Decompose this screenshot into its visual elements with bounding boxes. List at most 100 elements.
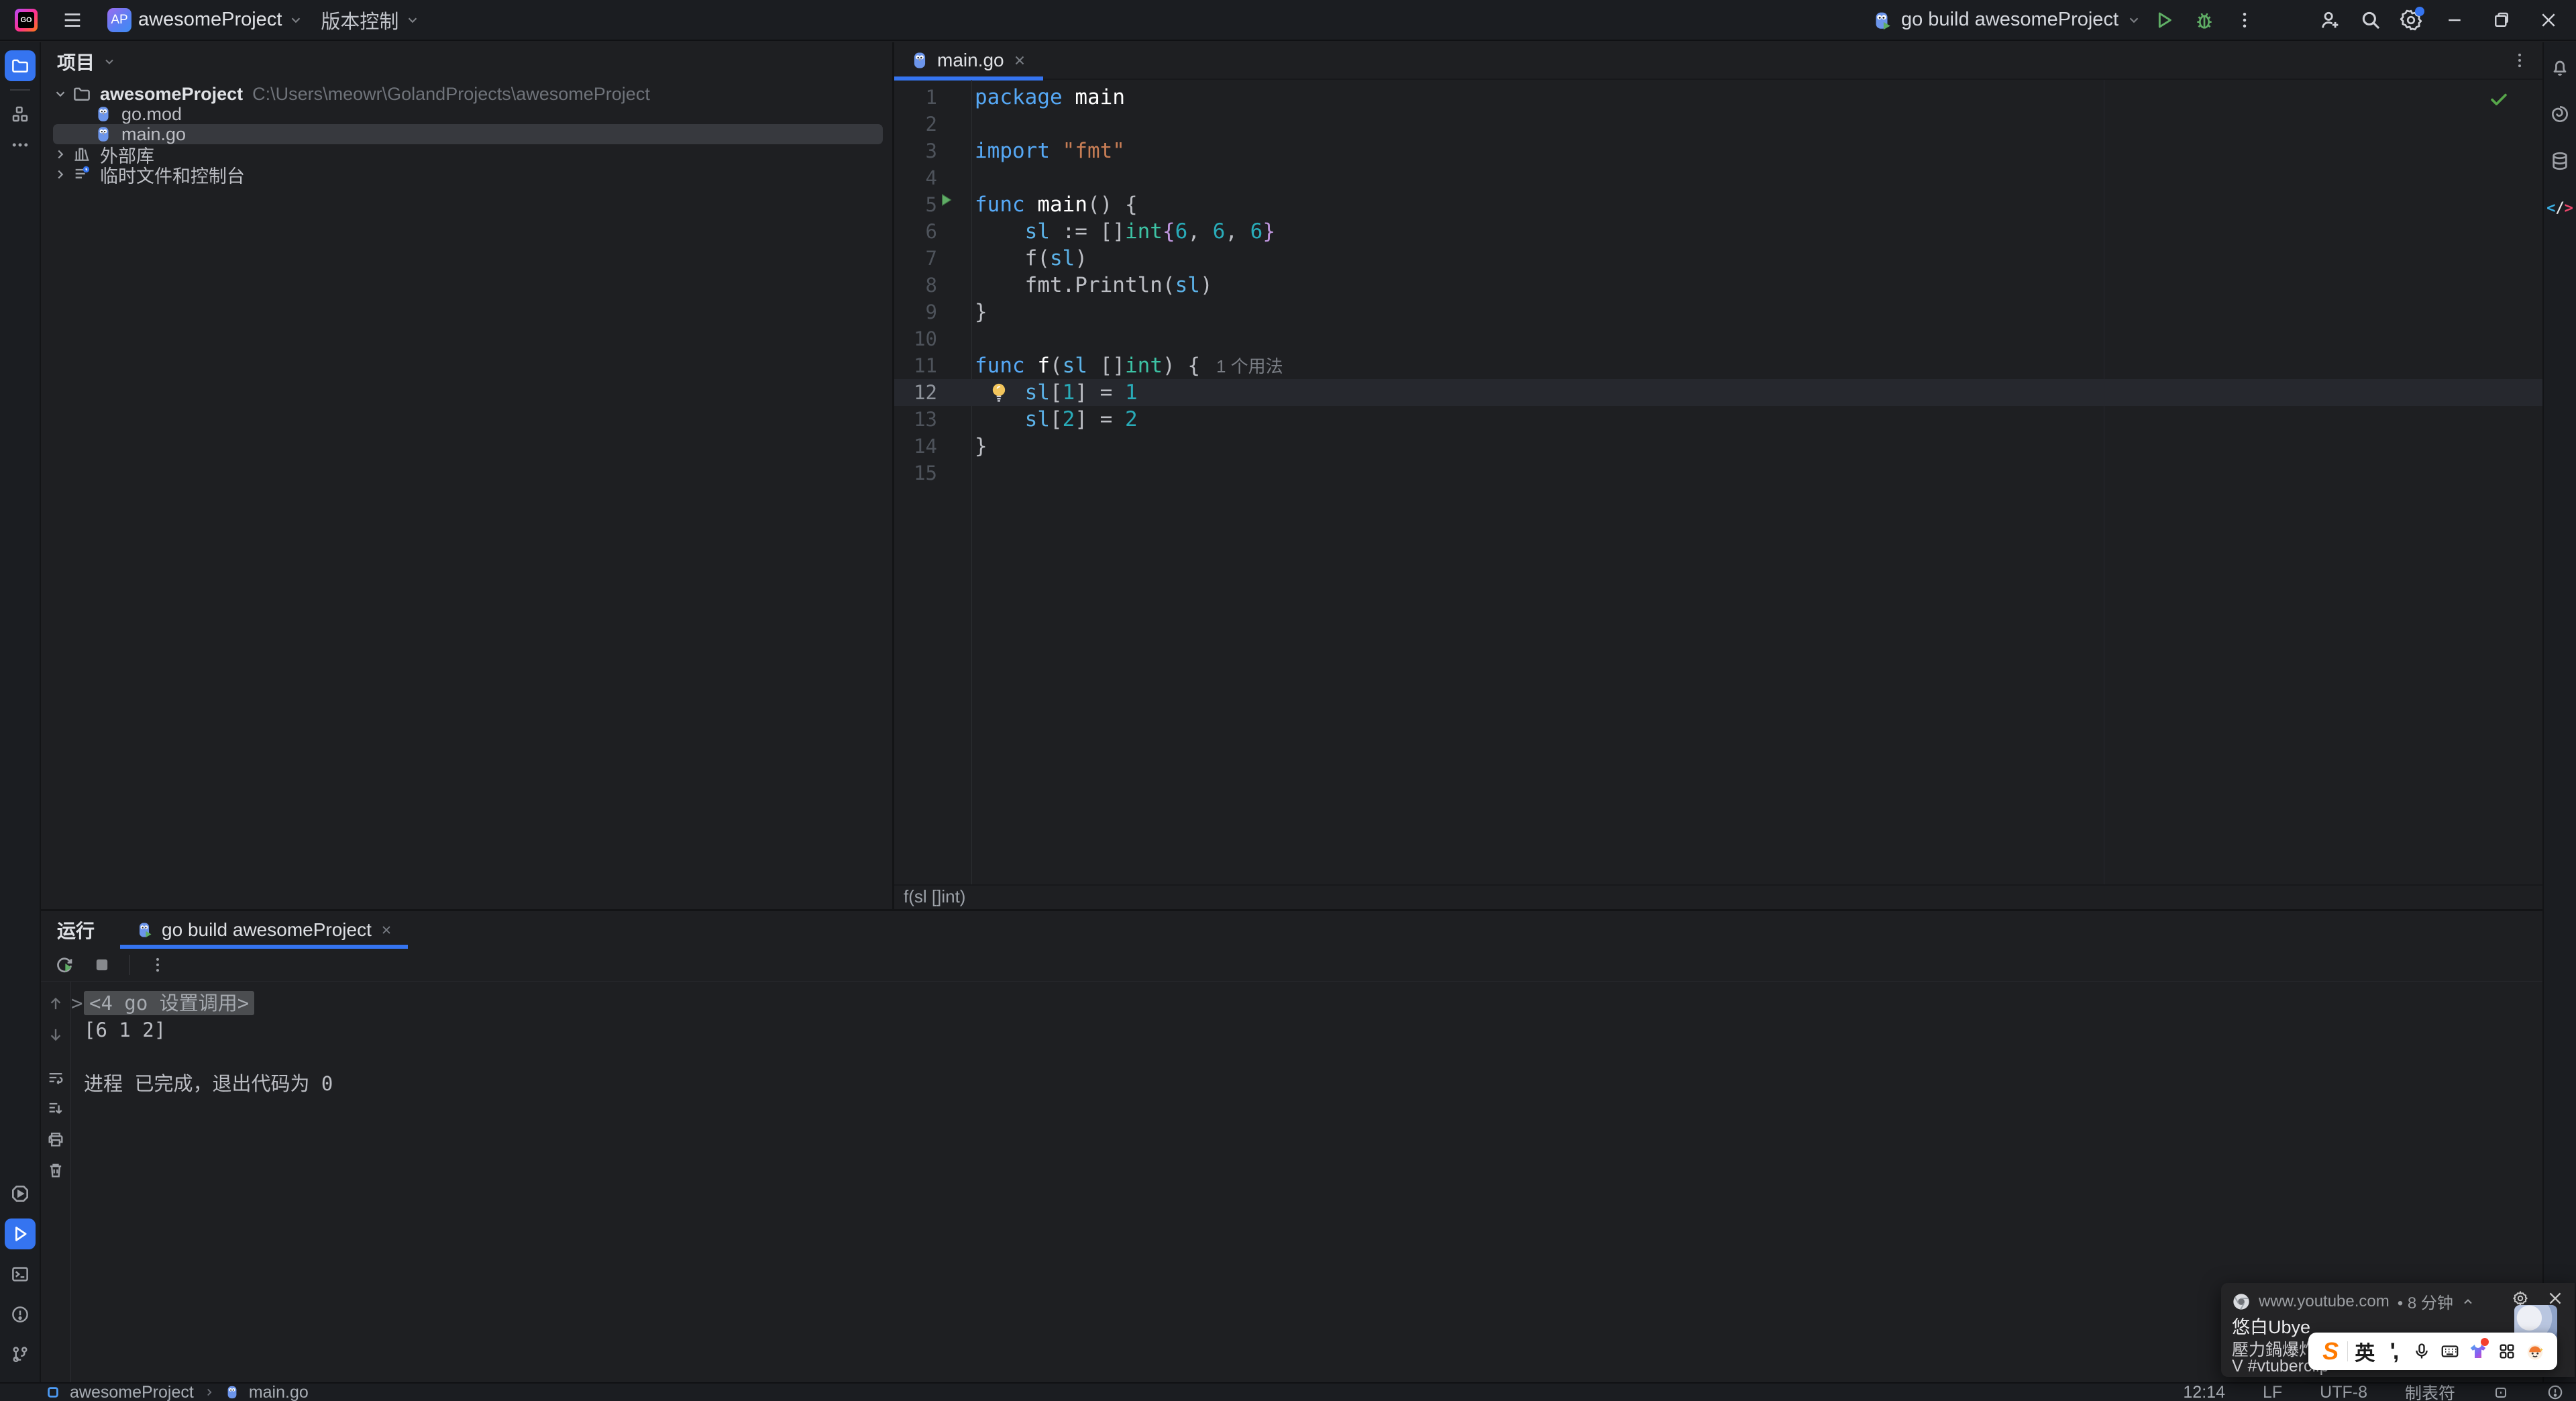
line-number[interactable]: 4 (894, 164, 937, 191)
next-occurrence-button[interactable] (43, 1022, 68, 1047)
services-tool-button[interactable] (5, 1178, 36, 1209)
inspection-status-ok[interactable] (2487, 88, 2510, 111)
code-line-1[interactable]: 1 package main (894, 84, 2542, 111)
maximize-button[interactable] (2481, 1, 2522, 39)
plugin-code-button[interactable]: </> (2544, 193, 2575, 223)
line-number[interactable]: 15 (894, 460, 937, 486)
soft-wrap-button[interactable] (43, 1065, 68, 1090)
search-everywhere-button[interactable] (2353, 4, 2388, 36)
ime-punctuation-toggle[interactable]: ', (2380, 1337, 2406, 1366)
line-number[interactable]: 6 (894, 218, 937, 245)
tree-item-go.mod[interactable]: go.mod (41, 104, 892, 124)
line-number[interactable]: 2 (894, 111, 937, 138)
code-line-15[interactable]: 15 (894, 460, 2542, 486)
ime-keyboard-button[interactable] (2437, 1337, 2463, 1366)
encoding-widget[interactable]: UTF-8 (2320, 1383, 2367, 1401)
code-line-12[interactable]: 12 sl[1] = 1 (894, 379, 2542, 406)
problems-tool-button[interactable] (5, 1299, 36, 1330)
structure-tool-button[interactable] (5, 99, 36, 129)
prev-occurrence-button[interactable] (43, 991, 68, 1017)
code-editor[interactable]: 1 package main 2 3 import "fmt" 4 5 func main()… (894, 80, 2542, 884)
code-line-14[interactable]: 14} (894, 433, 2542, 460)
sogou-logo-icon[interactable]: S (2318, 1337, 2343, 1366)
code-with-me-button[interactable] (2313, 4, 2348, 36)
git-tool-button[interactable] (5, 1339, 36, 1370)
more-tool-windows-button[interactable] (5, 129, 36, 160)
line-number[interactable]: 11 (894, 352, 937, 379)
scroll-to-end-button[interactable] (43, 1096, 68, 1121)
more-actions-button[interactable] (2227, 4, 2262, 36)
line-number[interactable]: 13 (894, 406, 937, 433)
print-button[interactable] (43, 1127, 68, 1152)
vcs-widget[interactable]: 版本控制 (321, 6, 420, 34)
tree-item--[interactable]: 临时文件和控制台 (41, 164, 892, 187)
line-number[interactable]: 10 (894, 325, 937, 352)
run-button[interactable] (2147, 4, 2182, 36)
project-widget[interactable]: AP awesomeProject (107, 7, 303, 32)
caret-position-widget[interactable]: 12:14 (2183, 1383, 2225, 1401)
ime-language-toggle[interactable]: 英 (2352, 1337, 2377, 1366)
clear-console-button[interactable] (43, 1157, 68, 1183)
code-line-6[interactable]: 6 sl := []int{6, 6, 6} (894, 218, 2542, 245)
intention-bulb-icon[interactable] (988, 381, 1010, 404)
stop-button[interactable] (89, 952, 115, 978)
project-tool-button[interactable] (4, 50, 36, 81)
close-tab-icon[interactable] (380, 923, 393, 937)
fold-expand-icon[interactable]: > (71, 990, 83, 1017)
debug-button[interactable] (2187, 4, 2222, 36)
line-number[interactable]: 9 (894, 299, 937, 325)
line-number[interactable]: 3 (894, 138, 937, 164)
run-tab[interactable]: go build awesomeProject (120, 911, 408, 949)
code-line-13[interactable]: 13 sl[2] = 2 (894, 406, 2542, 433)
run-configuration-widget[interactable]: go build awesomeProject (1870, 9, 2141, 32)
code-line-5[interactable]: 5 func main() { (894, 191, 2542, 218)
tree-chevron-icon[interactable] (50, 167, 70, 182)
ime-toolbox-button[interactable] (2494, 1337, 2520, 1366)
run-gutter-icon[interactable] (937, 191, 971, 209)
tree-item-awesomeProject[interactable]: awesomeProject C:\Users\meowr\GolandProje… (41, 84, 892, 104)
tab-options-button[interactable] (2510, 51, 2529, 70)
code-line-4[interactable]: 4 (894, 164, 2542, 191)
code-line-11[interactable]: 11 func f(sl []int) {1 个用法 (894, 352, 2542, 379)
folded-setup-calls[interactable]: <4 go 设置调用> (84, 991, 255, 1015)
tree-item-main.go[interactable]: main.go (41, 124, 892, 144)
code-line-7[interactable]: 7 f(sl) (894, 245, 2542, 272)
run-tool-button[interactable] (4, 1218, 36, 1249)
code-line-8[interactable]: 8 fmt.Println(sl) (894, 272, 2542, 299)
ai-assistant-button[interactable] (2544, 99, 2575, 129)
project-panel-header[interactable]: 项目 (41, 42, 892, 81)
tree-chevron-icon[interactable] (50, 87, 70, 101)
status-project-name[interactable]: awesomeProject (70, 1383, 194, 1401)
main-menu-button[interactable] (55, 4, 90, 36)
line-number[interactable]: 1 (894, 84, 937, 111)
code-line-9[interactable]: 9} (894, 299, 2542, 325)
ime-emoji-button[interactable] (2522, 1337, 2548, 1366)
chevron-up-icon[interactable] (2461, 1295, 2475, 1308)
notifications-button[interactable] (2544, 52, 2575, 83)
indent-widget[interactable]: 制表符 (2405, 1380, 2455, 1401)
line-number[interactable]: 12 (894, 379, 937, 406)
terminal-tool-button[interactable] (5, 1259, 36, 1290)
line-number[interactable]: 14 (894, 433, 937, 460)
ime-voice-button[interactable] (2409, 1337, 2434, 1366)
code-line-2[interactable]: 2 (894, 111, 2542, 138)
status-info-button[interactable] (2546, 1384, 2564, 1401)
line-number[interactable]: 5 (894, 191, 937, 218)
usages-inlay-hint[interactable]: 1 个用法 (1216, 356, 1283, 376)
tree-chevron-icon[interactable] (50, 147, 70, 162)
editor-tab-main-go[interactable]: main.go (894, 42, 1043, 81)
minimize-button[interactable] (2434, 1, 2475, 39)
readonly-toggle[interactable] (2493, 1384, 2509, 1400)
close-tab-icon[interactable] (1012, 53, 1027, 68)
ime-skin-button[interactable] (2465, 1337, 2491, 1366)
line-separator-widget[interactable]: LF (2263, 1383, 2282, 1401)
line-number[interactable]: 7 (894, 245, 937, 272)
status-file-name[interactable]: main.go (249, 1383, 309, 1401)
line-number[interactable]: 8 (894, 272, 937, 299)
console-output[interactable]: > <4 go 设置调用> [6 1 2] 进程 已完成，退出代码为 0 (71, 982, 2542, 1382)
code-line-10[interactable]: 10 (894, 325, 2542, 352)
settings-button[interactable] (2394, 4, 2428, 36)
close-button[interactable] (2528, 1, 2569, 39)
ime-toolbar[interactable]: S 英 ', (2308, 1333, 2557, 1370)
rerun-button[interactable] (52, 952, 77, 978)
